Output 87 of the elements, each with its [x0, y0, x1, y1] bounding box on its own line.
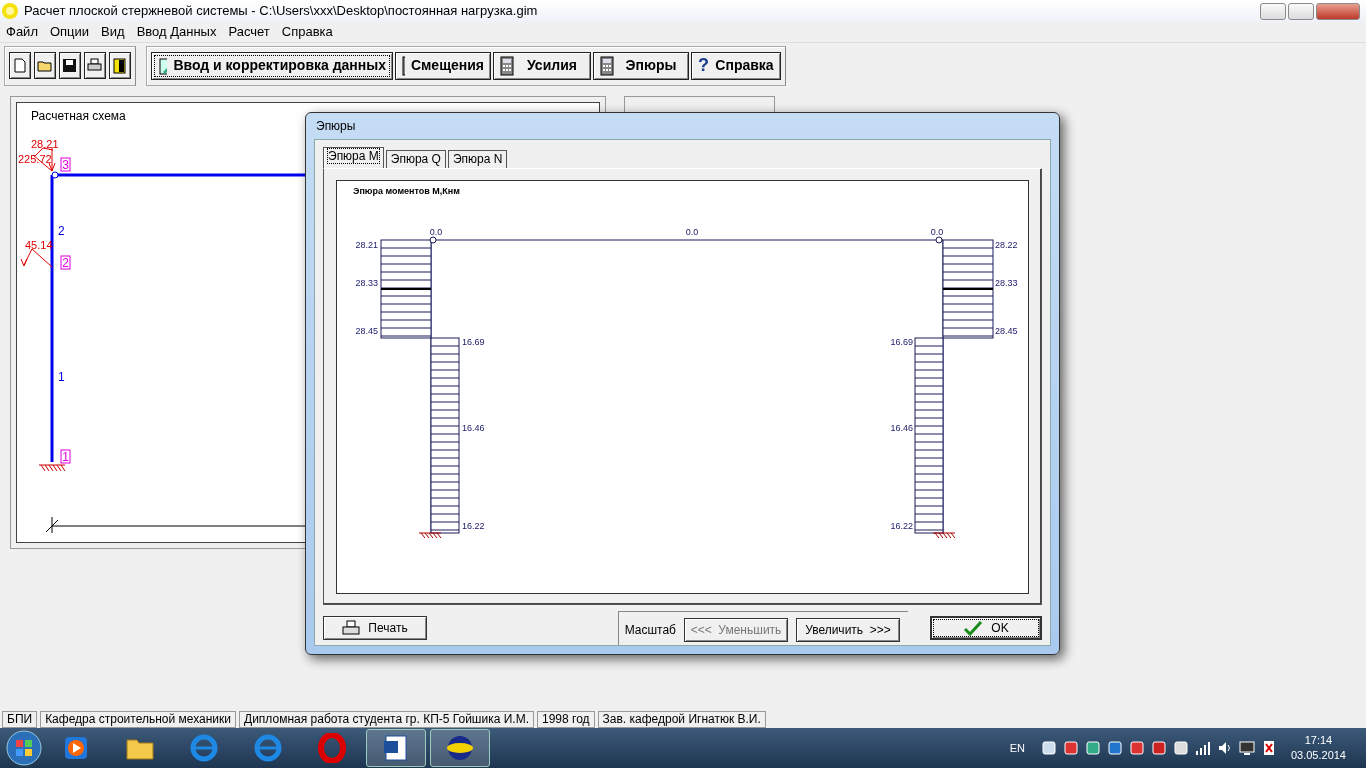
hinge-icon: [51, 171, 59, 179]
menu-item[interactable]: Ввод Данных: [132, 22, 225, 42]
diagram-value: 28.33: [995, 278, 1018, 288]
speaker-icon[interactable]: [1216, 740, 1233, 756]
status-field: БПИ: [2, 710, 38, 728]
diagram-value: 28.45: [355, 326, 378, 336]
toolbar-button[interactable]: ? Справка: [691, 51, 781, 80]
load-value: 28.21: [31, 138, 59, 150]
diagram-value: 28.33: [355, 278, 378, 288]
toolbar-button[interactable]: Смещения: [395, 51, 491, 80]
status-field: Дипломная работа студента гр. КП-5 Гойшика И.М.: [239, 710, 534, 728]
member-label: 1: [58, 370, 65, 384]
toolbar-button[interactable]: [59, 52, 81, 79]
diagram-value: 28.22: [995, 240, 1018, 250]
diagram-value: 16.22: [890, 521, 913, 531]
node-label: 1: [60, 449, 71, 464]
clock[interactable]: 17:14 03.05.2014: [1290, 733, 1346, 763]
node-label: 3: [60, 157, 71, 172]
printer-icon: [342, 620, 361, 636]
menu-item[interactable]: Файл: [2, 22, 46, 42]
opera-icon: [317, 733, 347, 763]
zoom-in-button[interactable]: Увеличить >>>: [796, 617, 900, 642]
round-emblem-icon: [445, 733, 475, 763]
status-field: 1998 год: [537, 710, 595, 728]
tray-icon[interactable]: [1128, 740, 1145, 756]
toolbar-button[interactable]: [9, 52, 31, 79]
diagram-value: 16.69: [462, 337, 485, 347]
diagram-value: 28.45: [995, 326, 1018, 336]
window-title: Расчет плоской стержневой системы - C:\Users\xxx\Desktop\постоянная нагрузка.gim: [24, 2, 538, 21]
toolbar-button[interactable]: [109, 52, 131, 79]
toolbar-button[interactable]: [84, 52, 106, 79]
status-field: Кафедра строительной механики: [40, 710, 236, 728]
browser-icon: [253, 733, 283, 763]
menu-item[interactable]: Вид: [97, 22, 133, 42]
tab[interactable]: Эпюра N: [447, 150, 508, 168]
signal-icon[interactable]: [1194, 740, 1211, 756]
toolbar-button[interactable]: Усилия: [493, 51, 591, 80]
menu-item[interactable]: Справка: [277, 22, 341, 42]
diagram-value: 0.0: [930, 227, 944, 237]
tray-icon[interactable]: [1040, 740, 1057, 756]
tray-icon[interactable]: [1062, 740, 1079, 756]
maximize-button[interactable]: [1288, 2, 1314, 20]
node-label: 2: [60, 255, 71, 270]
help-icon: ?: [698, 52, 709, 79]
diagram-value: 0.0: [429, 227, 443, 237]
door-icon: [112, 57, 128, 74]
tab[interactable]: Эпюра Q: [385, 150, 446, 168]
diagram-value: 28.21: [355, 240, 378, 250]
status-field: Зав. кафедрой Игнатюк В.И.: [597, 710, 766, 728]
taskbar-button[interactable]: [366, 729, 426, 767]
checkmark-icon: [963, 620, 984, 636]
start-button[interactable]: [6, 730, 42, 766]
diagram-value: 16.22: [462, 521, 485, 531]
notepad-icon: [158, 55, 168, 76]
printer-icon: [87, 57, 103, 74]
diagram-title: Эпюра моментов М,Кнм: [353, 186, 460, 196]
minimize-button[interactable]: [1260, 2, 1286, 20]
panel-title: Расчетная схема: [31, 108, 126, 125]
ok-button[interactable]: OK: [930, 616, 1042, 640]
menu-item[interactable]: Расчет: [224, 22, 278, 42]
scale-label: Масштаб: [624, 621, 676, 639]
tray-icon[interactable]: [1150, 740, 1167, 756]
language-indicator[interactable]: EN: [1009, 739, 1025, 757]
browser-icon: [189, 733, 219, 763]
toolbar-button[interactable]: [34, 52, 56, 79]
diagram-value: 0.0: [685, 227, 699, 237]
save-icon: [62, 57, 78, 74]
diagram-value: 16.46: [890, 423, 913, 433]
tray-icon[interactable]: [1106, 740, 1123, 756]
diagram-value: 16.69: [890, 337, 913, 347]
tray-icon[interactable]: [1172, 740, 1189, 756]
member-label: 2: [58, 224, 65, 238]
toolbar-button[interactable]: Ввод и корректировка данных: [151, 51, 393, 80]
diagram-value: 16.46: [462, 423, 485, 433]
print-button[interactable]: Печать: [323, 616, 427, 640]
taskbar-button[interactable]: [430, 729, 490, 767]
load-arrow: [20, 248, 53, 268]
new-file-icon: [12, 57, 28, 74]
monitor-icon[interactable]: [1238, 740, 1255, 756]
tab[interactable]: Эпюра М: [323, 147, 384, 168]
menu-item[interactable]: Опции: [45, 22, 98, 42]
app-logo-icon: [2, 3, 18, 19]
dialog-title: Эпюры: [315, 118, 357, 135]
tray-icon[interactable]: [1084, 740, 1101, 756]
fixed-support-icon: [38, 464, 66, 472]
toolbar-button[interactable]: Эпюры: [593, 51, 689, 80]
close-button[interactable]: [1316, 2, 1360, 20]
